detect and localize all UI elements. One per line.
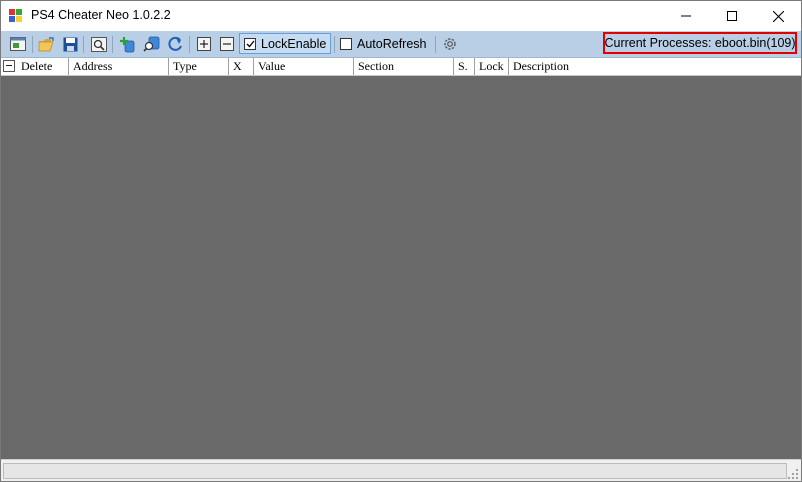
- column-header-section[interactable]: Section: [354, 58, 454, 75]
- column-header-description[interactable]: Description: [509, 58, 801, 75]
- settings-button[interactable]: [440, 34, 460, 54]
- collapse-all-icon: [220, 37, 234, 51]
- column-header-value[interactable]: Value: [254, 58, 354, 75]
- add-address-button[interactable]: [118, 34, 138, 54]
- table-header: Delete Address Type X Value Section S. L…: [1, 58, 801, 76]
- toolbar-separator: [83, 36, 84, 53]
- main-window: PS4 Cheater Neo 1.0.2.2 LockEnable AutoR…: [0, 0, 802, 482]
- cheat-table[interactable]: Delete Address Type X Value Section S. L…: [1, 58, 801, 459]
- auto-refresh-label: AutoRefresh: [357, 36, 427, 51]
- resize-grip-icon[interactable]: [787, 468, 799, 480]
- expand-all-button[interactable]: [194, 34, 214, 54]
- toolbar: LockEnable AutoRefresh Current Processes…: [1, 31, 801, 58]
- collapse-toggle-icon[interactable]: [3, 60, 15, 72]
- title-bar: PS4 Cheater Neo 1.0.2.2: [1, 1, 801, 31]
- close-icon: [772, 10, 784, 22]
- pointer-search-button[interactable]: [142, 34, 162, 54]
- search-icon: [91, 36, 107, 52]
- pointer-search-icon: [143, 36, 160, 52]
- current-process-label: Current Processes: eboot.bin(109): [603, 32, 797, 54]
- lock-enable-label: LockEnable: [261, 36, 327, 51]
- column-header-address[interactable]: Address: [69, 58, 169, 75]
- checkmark-icon: [246, 40, 255, 47]
- column-header-x[interactable]: X: [229, 58, 254, 75]
- save-button[interactable]: [60, 34, 80, 54]
- gear-icon: [444, 38, 456, 50]
- lock-enable-checkbox[interactable]: [244, 37, 256, 50]
- refresh-button[interactable]: [165, 34, 185, 54]
- column-header-s[interactable]: S.: [454, 58, 475, 75]
- maximize-icon: [727, 11, 737, 21]
- collapse-all-button[interactable]: [217, 34, 237, 54]
- auto-refresh-checkbox[interactable]: [340, 37, 352, 50]
- toolbar-separator: [435, 36, 436, 53]
- column-header-type[interactable]: Type: [169, 58, 229, 75]
- horizontal-scrollbar[interactable]: [3, 463, 787, 479]
- save-icon: [63, 37, 77, 51]
- window-title: PS4 Cheater Neo 1.0.2.2: [31, 8, 171, 22]
- add-address-icon: [120, 36, 135, 52]
- toolbar-separator: [112, 36, 113, 53]
- close-button[interactable]: [755, 1, 801, 31]
- toolbar-separator: [334, 36, 335, 53]
- expand-all-icon: [197, 37, 211, 51]
- new-button[interactable]: [8, 34, 28, 54]
- search-button[interactable]: [89, 34, 109, 54]
- maximize-button[interactable]: [709, 1, 755, 31]
- column-header-delete[interactable]: Delete: [17, 58, 69, 75]
- column-header-lock[interactable]: Lock: [475, 58, 509, 75]
- auto-refresh-toggle[interactable]: AutoRefresh: [336, 33, 432, 54]
- open-folder-icon: [38, 36, 54, 51]
- toolbar-separator: [189, 36, 190, 53]
- status-bar: [1, 459, 801, 481]
- minimize-icon: [681, 15, 691, 17]
- minimize-button[interactable]: [663, 1, 709, 31]
- open-button[interactable]: [37, 34, 57, 54]
- refresh-icon: [167, 36, 182, 51]
- new-icon: [10, 37, 26, 51]
- lock-enable-toggle[interactable]: LockEnable: [239, 33, 331, 54]
- app-icon: [9, 9, 22, 22]
- toolbar-separator: [32, 36, 33, 53]
